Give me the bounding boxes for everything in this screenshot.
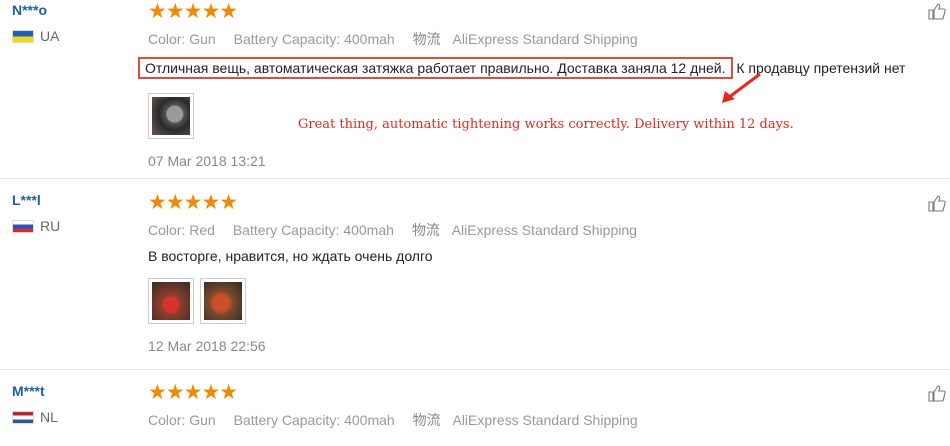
thumbs-up-icon[interactable]	[928, 384, 946, 402]
color-value: Gun	[189, 412, 216, 428]
review-photos	[148, 93, 910, 139]
reviewer-name[interactable]: N***o	[12, 2, 59, 18]
thumbs-up-icon[interactable]	[928, 2, 946, 20]
review-item: N***o UA ★★★★★ Color: Gun Battery Capaci…	[0, 0, 950, 179]
shipping-label: 物流	[412, 31, 441, 47]
battery-label: Battery Capacity:	[233, 31, 341, 47]
shipping-label: 物流	[412, 412, 441, 428]
reviewer-country: RU	[12, 218, 60, 234]
shipping-value: AliExpress Standard Shipping	[451, 222, 637, 238]
country-code: NL	[40, 409, 58, 425]
review-date: 07 Mar 2018 13:21	[148, 153, 266, 169]
review-attributes: Color: Red Battery Capacity: 400mah 物流 A…	[148, 220, 910, 240]
review-body: ★★★★★ Color: Gun Battery Capacity: 400ma…	[148, 381, 910, 430]
color-label: Color:	[148, 31, 186, 47]
reviewer-info: N***o UA	[12, 0, 59, 44]
country-code: UA	[40, 28, 60, 44]
shipping-value: AliExpress Standard Shipping	[452, 412, 638, 428]
photo-image	[204, 282, 242, 320]
review-item: M***t NL ★★★★★ Color: Gun Battery Capaci…	[0, 369, 950, 446]
country-code: RU	[40, 218, 61, 234]
review-photo[interactable]	[200, 278, 246, 324]
review-body: ★★★★★ Color: Red Battery Capacity: 400ma…	[148, 191, 910, 354]
battery-value: 400mah	[343, 222, 394, 238]
reviewer-info: L***l RU	[12, 190, 60, 234]
reviewer-info: M***t NL	[12, 381, 58, 425]
review-item: L***l RU ★★★★★ Color: Red Battery Capaci…	[0, 178, 950, 370]
star-rating: ★★★★★	[148, 191, 238, 214]
arrow-icon	[722, 72, 761, 103]
review-text: В восторге, нравится, но ждать очень дол…	[148, 248, 433, 264]
photo-image	[152, 282, 190, 320]
battery-value: 400mah	[344, 31, 395, 47]
review-text: Отличная вещь, автоматическая затяжка ра…	[138, 57, 910, 79]
color-label: Color:	[148, 222, 186, 238]
flag-nl-icon	[12, 410, 34, 424]
review-attributes: Color: Gun Battery Capacity: 400mah 物流 A…	[148, 29, 910, 49]
review-body: ★★★★★ Color: Gun Battery Capacity: 400ma…	[138, 0, 910, 169]
star-rating: ★★★★★	[148, 381, 238, 404]
reviewer-name[interactable]: L***l	[12, 192, 60, 208]
photo-image	[152, 97, 190, 135]
highlighted-text: Отличная вещь, автоматическая затяжка ра…	[138, 57, 733, 79]
review-photo[interactable]	[148, 278, 194, 324]
battery-label: Battery Capacity:	[233, 412, 341, 428]
thumbs-up-icon[interactable]	[928, 194, 946, 212]
color-value: Red	[189, 222, 215, 238]
battery-label: Battery Capacity:	[232, 222, 340, 238]
color-value: Gun	[189, 31, 216, 47]
flag-ua-icon	[12, 29, 34, 43]
review-photo[interactable]	[148, 93, 194, 139]
flag-ru-icon	[12, 219, 34, 233]
shipping-label: 物流	[411, 222, 440, 238]
review-photos	[148, 278, 910, 324]
battery-value: 400mah	[344, 412, 395, 428]
translation-annotation: Great thing, automatic tightening works …	[298, 117, 794, 132]
review-attributes: Color: Gun Battery Capacity: 400mah 物流 A…	[148, 410, 910, 430]
reviewer-name[interactable]: M***t	[12, 383, 58, 399]
shipping-value: AliExpress Standard Shipping	[452, 31, 638, 47]
color-label: Color:	[148, 412, 186, 428]
review-date: 12 Mar 2018 22:56	[148, 338, 266, 354]
reviewer-country: UA	[12, 28, 59, 44]
reviewer-country: NL	[12, 409, 58, 425]
star-rating: ★★★★★	[148, 0, 238, 23]
